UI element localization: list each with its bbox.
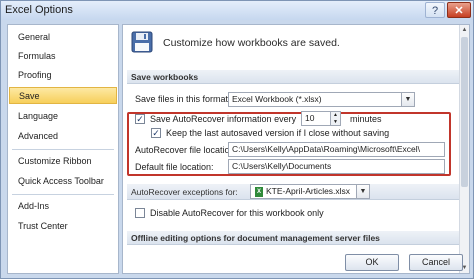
autorecover-minutes-stepper[interactable]: 10 ▲ ▼: [301, 111, 341, 126]
autorecover-exceptions-label: AutoRecover exceptions for:: [131, 187, 238, 197]
excel-file-icon: X: [255, 187, 263, 197]
default-location-label: Default file location:: [135, 162, 214, 172]
autorecover-checkbox[interactable]: ✓: [135, 114, 145, 124]
chevron-down-icon: ▼: [401, 93, 414, 106]
ok-button[interactable]: OK: [345, 254, 399, 271]
options-sidebar: General Formulas Proofing Save Language …: [7, 24, 119, 274]
chevron-down-icon[interactable]: ▼: [331, 118, 340, 125]
page-heading: Customize how workbooks are saved.: [163, 37, 340, 49]
keep-last-version-checkbox[interactable]: ✓: [151, 128, 161, 138]
save-format-dropdown[interactable]: Excel Workbook (*.xlsx) ▼: [228, 92, 415, 107]
help-button[interactable]: ?: [425, 2, 445, 18]
sidebar-item-add-ins[interactable]: Add-Ins: [9, 198, 117, 215]
close-button[interactable]: ✕: [447, 2, 471, 18]
sidebar-divider: [12, 149, 114, 150]
exceptions-workbook-value: KTE-April-Articles.xlsx: [266, 186, 351, 196]
minutes-label: minutes: [350, 114, 382, 124]
sidebar-item-language[interactable]: Language: [9, 108, 117, 125]
sidebar-item-advanced[interactable]: Advanced: [9, 128, 117, 145]
scroll-up-icon[interactable]: ▲: [460, 25, 469, 35]
sidebar-item-trust-center[interactable]: Trust Center: [9, 218, 117, 235]
vertical-scrollbar[interactable]: ▲ ▼: [459, 25, 469, 273]
sidebar-item-general[interactable]: General: [9, 29, 117, 46]
sidebar-item-formulas[interactable]: Formulas: [9, 48, 117, 65]
exceptions-workbook-dropdown[interactable]: X KTE-April-Articles.xlsx ▼: [250, 184, 370, 199]
excel-options-dialog: Excel Options ? ✕ General Formulas Proof…: [0, 0, 474, 279]
disable-autorecover-checkbox[interactable]: [135, 208, 145, 218]
scroll-thumb[interactable]: [461, 37, 468, 187]
save-format-label: Save files in this format:: [135, 94, 231, 104]
offline-editing-section-title: Offline editing options for document man…: [127, 231, 463, 245]
stepper-buttons[interactable]: ▲ ▼: [330, 112, 340, 125]
autorecover-label: Save AutoRecover information every: [150, 114, 297, 124]
sidebar-item-customize-ribbon[interactable]: Customize Ribbon: [9, 153, 117, 170]
keep-last-version-label: Keep the last autosaved version if I clo…: [166, 128, 390, 138]
save-disk-icon: [131, 31, 153, 53]
cancel-button[interactable]: Cancel: [409, 254, 463, 271]
chevron-down-icon: ▼: [356, 185, 369, 198]
sidebar-item-save[interactable]: Save: [9, 87, 117, 104]
save-options-panel: Customize how workbooks are saved. Save …: [122, 24, 470, 274]
sidebar-divider: [12, 194, 114, 195]
autorecover-location-field[interactable]: C:\Users\Kelly\AppData\Roaming\Microsoft…: [228, 142, 445, 157]
save-format-value: Excel Workbook (*.xlsx): [232, 94, 322, 104]
sidebar-item-quick-access-toolbar[interactable]: Quick Access Toolbar: [9, 173, 117, 190]
save-workbooks-section-title: Save workbooks: [127, 70, 463, 84]
disable-autorecover-label: Disable AutoRecover for this workbook on…: [150, 208, 324, 218]
title-bar: Excel Options ? ✕: [1, 1, 473, 20]
window-title: Excel Options: [5, 4, 73, 16]
autorecover-location-label: AutoRecover file location:: [135, 145, 238, 155]
default-location-field[interactable]: C:\Users\Kelly\Documents: [228, 159, 445, 174]
sidebar-item-proofing[interactable]: Proofing: [9, 67, 117, 84]
autorecover-minutes-value: 10: [305, 113, 315, 123]
